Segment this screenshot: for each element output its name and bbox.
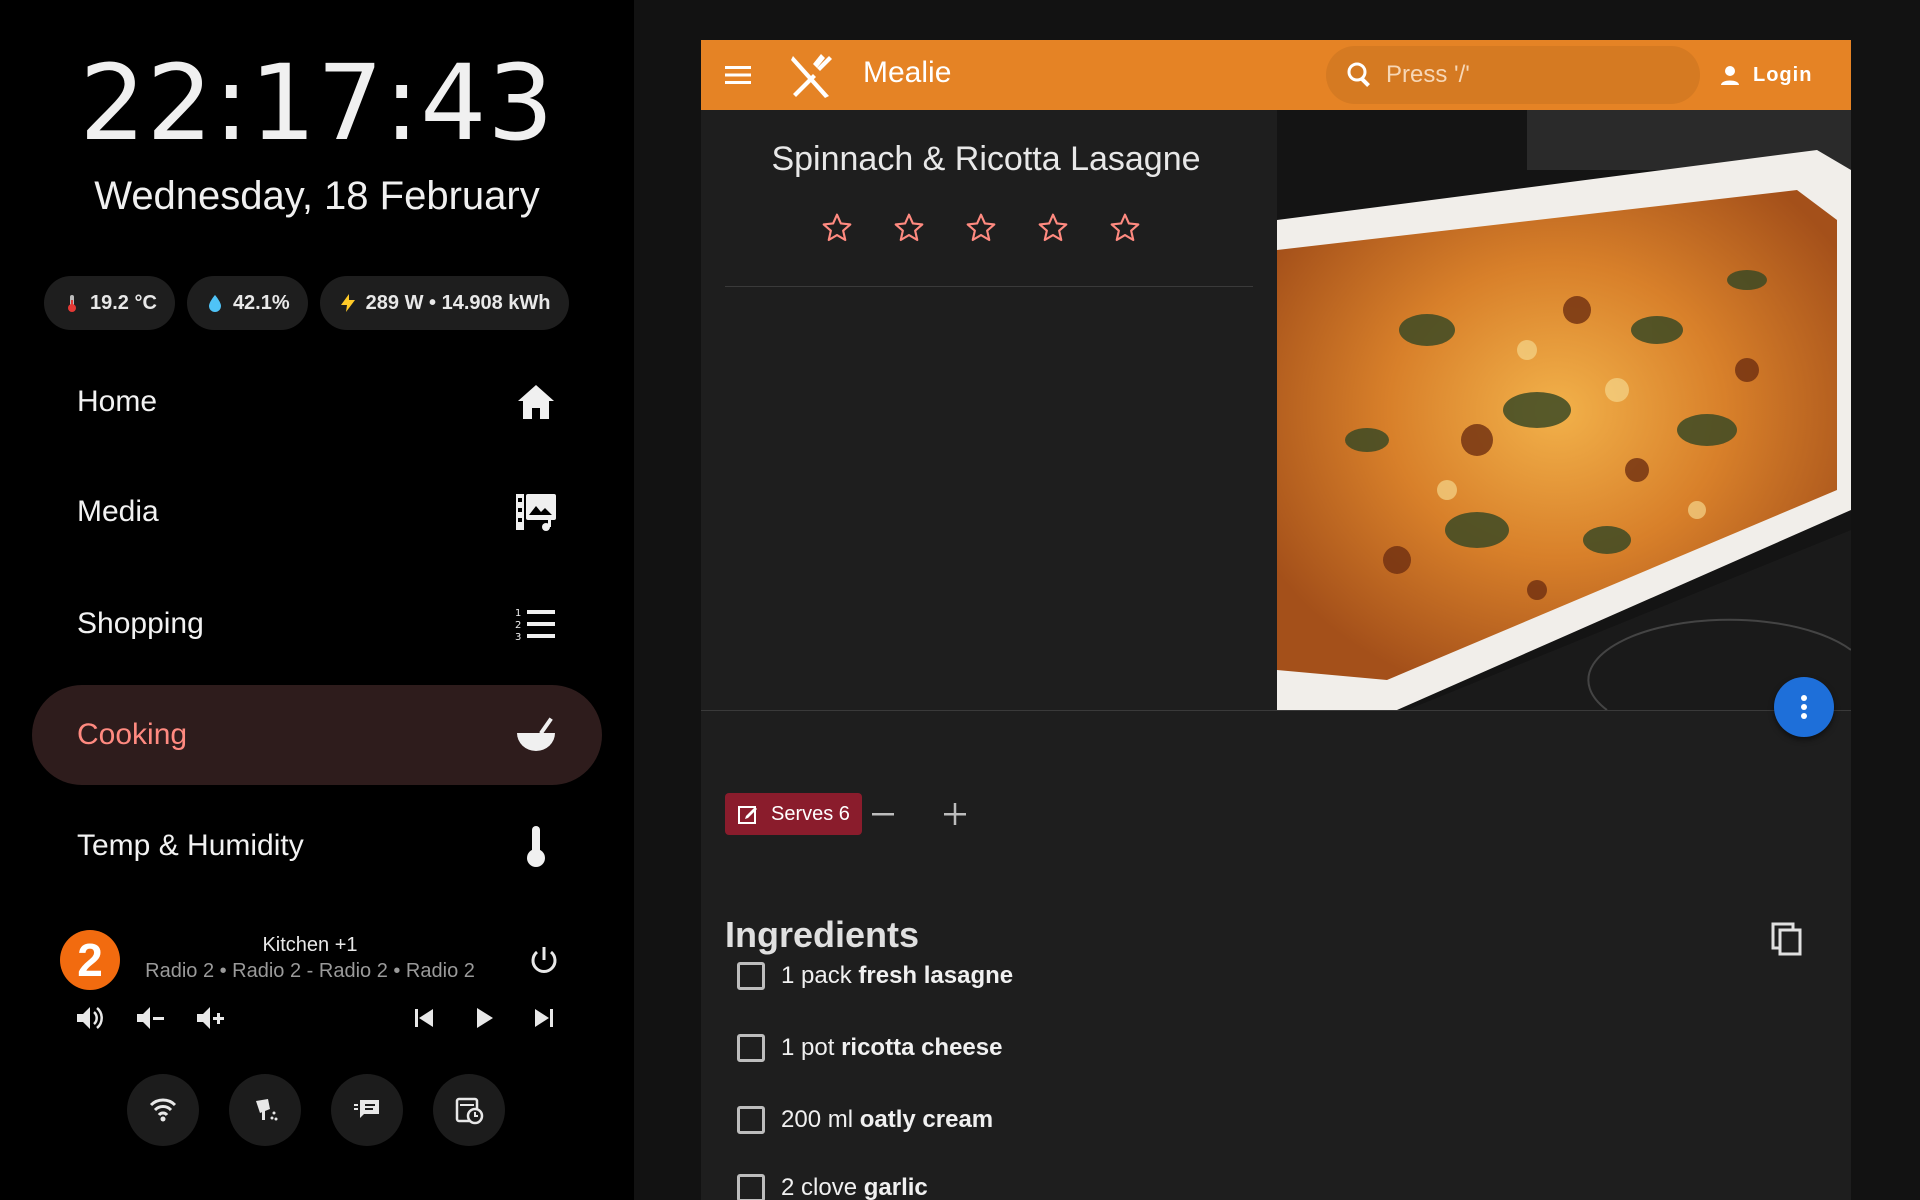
power-chip[interactable]: 289 W • 14.908 kWh [319, 276, 569, 330]
nav-label: Home [77, 385, 158, 418]
star-icon[interactable] [893, 212, 925, 244]
power-icon[interactable] [526, 942, 562, 978]
app-name[interactable]: Mealie [863, 56, 951, 90]
nav-label: Media [77, 495, 159, 528]
ingredient-item[interactable]: 1 pot ricotta cheese [737, 1030, 1002, 1066]
increase-servings-button[interactable] [935, 794, 975, 834]
nav-item-temp-humidity[interactable]: Temp & Humidity [32, 796, 602, 896]
login-button[interactable]: Login [1719, 56, 1812, 94]
hamburger-menu-icon[interactable] [723, 60, 753, 90]
star-icon[interactable] [1037, 212, 1069, 244]
bowl-icon [514, 713, 558, 757]
divider [701, 710, 1851, 711]
ingredient-checkbox[interactable] [737, 962, 765, 990]
humidity-value: 42.1% [232, 291, 290, 314]
more-options-button[interactable] [1774, 677, 1834, 737]
thermometer-icon [68, 295, 76, 312]
recipe-title: Spinnach & Ricotta Lasagne [771, 140, 1201, 178]
svg-text:2: 2 [515, 620, 521, 631]
temperature-value: 19.2 °C [90, 291, 157, 314]
media-player: 2 Kitchen +1 Radio 2 • Radio 2 - Radio 2… [0, 920, 634, 1040]
message-button[interactable] [331, 1074, 403, 1146]
ingredient-text: 2 clove garlic [781, 1174, 928, 1200]
water-drop-icon [208, 295, 221, 312]
schedule-button[interactable] [433, 1074, 505, 1146]
numbered-list-icon: 123 [514, 602, 558, 646]
star-icon[interactable] [965, 212, 997, 244]
search-bar[interactable] [1326, 46, 1700, 104]
nav-item-media[interactable]: Media [32, 462, 602, 562]
serves-label: Serves 6 [771, 802, 850, 825]
search-icon [1347, 62, 1370, 87]
serves-chip[interactable]: Serves 6 [725, 793, 862, 835]
divider [725, 286, 1253, 287]
app-bar: Mealie Login [701, 40, 1851, 110]
media-source-badge: 2 [60, 930, 120, 990]
rating-stars[interactable] [821, 212, 1141, 244]
power-value: 289 W • 14.908 kWh [365, 291, 551, 314]
minus-icon [872, 813, 894, 816]
ingredient-text: 1 pot ricotta cheese [781, 1034, 1003, 1061]
media-player-subtitle: Radio 2 • Radio 2 - Radio 2 • Radio 2 [145, 960, 475, 982]
ingredient-item[interactable]: 2 clove garlic [737, 1170, 928, 1200]
plus-icon [944, 803, 966, 825]
account-icon [1721, 66, 1739, 85]
next-track-icon[interactable] [526, 1000, 562, 1036]
ingredient-checkbox[interactable] [737, 1174, 765, 1200]
star-icon[interactable] [821, 212, 853, 244]
vacuum-button[interactable] [229, 1074, 301, 1146]
wifi-icon [149, 1098, 177, 1122]
previous-track-icon[interactable] [406, 1000, 442, 1036]
ingredient-checkbox[interactable] [737, 1106, 765, 1134]
volume-down-icon[interactable] [132, 1000, 168, 1036]
nav-item-shopping[interactable]: Shopping 123 [32, 574, 602, 674]
lightning-icon [340, 294, 355, 312]
mealie-logo-icon[interactable] [787, 52, 835, 100]
ingredient-item[interactable]: 1 pack fresh lasagne [737, 958, 1013, 994]
decrease-servings-button[interactable] [863, 794, 903, 834]
schedule-icon [455, 1097, 484, 1125]
ingredient-text: 1 pack fresh lasagne [781, 962, 1014, 989]
wifi-button[interactable] [127, 1074, 199, 1146]
clock-date: Wednesday, 18 February [94, 174, 540, 218]
sensor-chips: 19.2 °C 42.1% 289 W • 14.908 kWh [44, 276, 569, 330]
play-icon[interactable] [466, 1000, 502, 1036]
message-icon [354, 1100, 379, 1118]
more-vertical-icon [1801, 695, 1807, 719]
search-input[interactable] [1386, 61, 1676, 89]
ingredient-text: 200 ml oatly cream [781, 1106, 994, 1133]
edit-icon [738, 806, 757, 824]
login-label: Login [1753, 63, 1813, 86]
nav-label: Temp & Humidity [77, 829, 304, 862]
dashboard-sidebar: 22:17:43 Wednesday, 18 February 19.2 °C … [0, 0, 634, 1200]
star-icon[interactable] [1109, 212, 1141, 244]
clock-time: 22:17:43 [79, 42, 555, 164]
home-icon [514, 380, 558, 424]
thermometer-icon [514, 824, 558, 868]
mealie-app: Mealie Login Spinnach & Ricotta Lasagne [701, 40, 1851, 1200]
nav-label: Cooking [77, 718, 188, 751]
media-player-title: Kitchen +1 [262, 934, 358, 956]
volume-mute-icon[interactable] [72, 1000, 108, 1036]
ingredient-item[interactable]: 200 ml oatly cream [737, 1102, 993, 1138]
ingredients-heading: Ingredients [725, 914, 920, 955]
humidity-chip[interactable]: 42.1% [186, 276, 308, 330]
temperature-chip[interactable]: 19.2 °C [44, 276, 175, 330]
nav-label: Shopping [77, 607, 204, 640]
recipe-image [1277, 110, 1851, 710]
media-library-icon [514, 490, 558, 534]
vacuum-icon [256, 1099, 278, 1121]
svg-text:3: 3 [515, 632, 521, 642]
copy-icon[interactable] [1769, 920, 1809, 960]
nav-item-home[interactable]: Home [32, 352, 602, 452]
svg-text:1: 1 [515, 608, 521, 619]
ingredient-checkbox[interactable] [737, 1034, 765, 1062]
volume-up-icon[interactable] [192, 1000, 228, 1036]
nav-item-cooking[interactable]: Cooking [32, 685, 602, 785]
